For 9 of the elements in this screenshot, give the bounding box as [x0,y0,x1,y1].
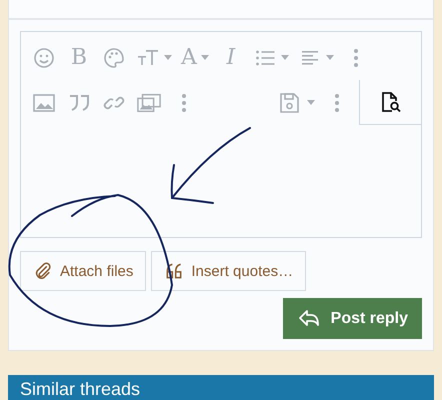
preview-button[interactable] [359,80,421,125]
quote-icon [164,261,184,281]
post-reply-button[interactable]: Post reply [282,298,422,339]
palette-icon [102,46,126,70]
attach-files-button[interactable]: Attach files [20,251,146,291]
smiley-icon [32,46,56,70]
insert-quotes-button[interactable]: Insert quotes… [151,251,306,291]
paperclip-icon [33,261,53,281]
section-title: Similar threads [20,379,140,399]
